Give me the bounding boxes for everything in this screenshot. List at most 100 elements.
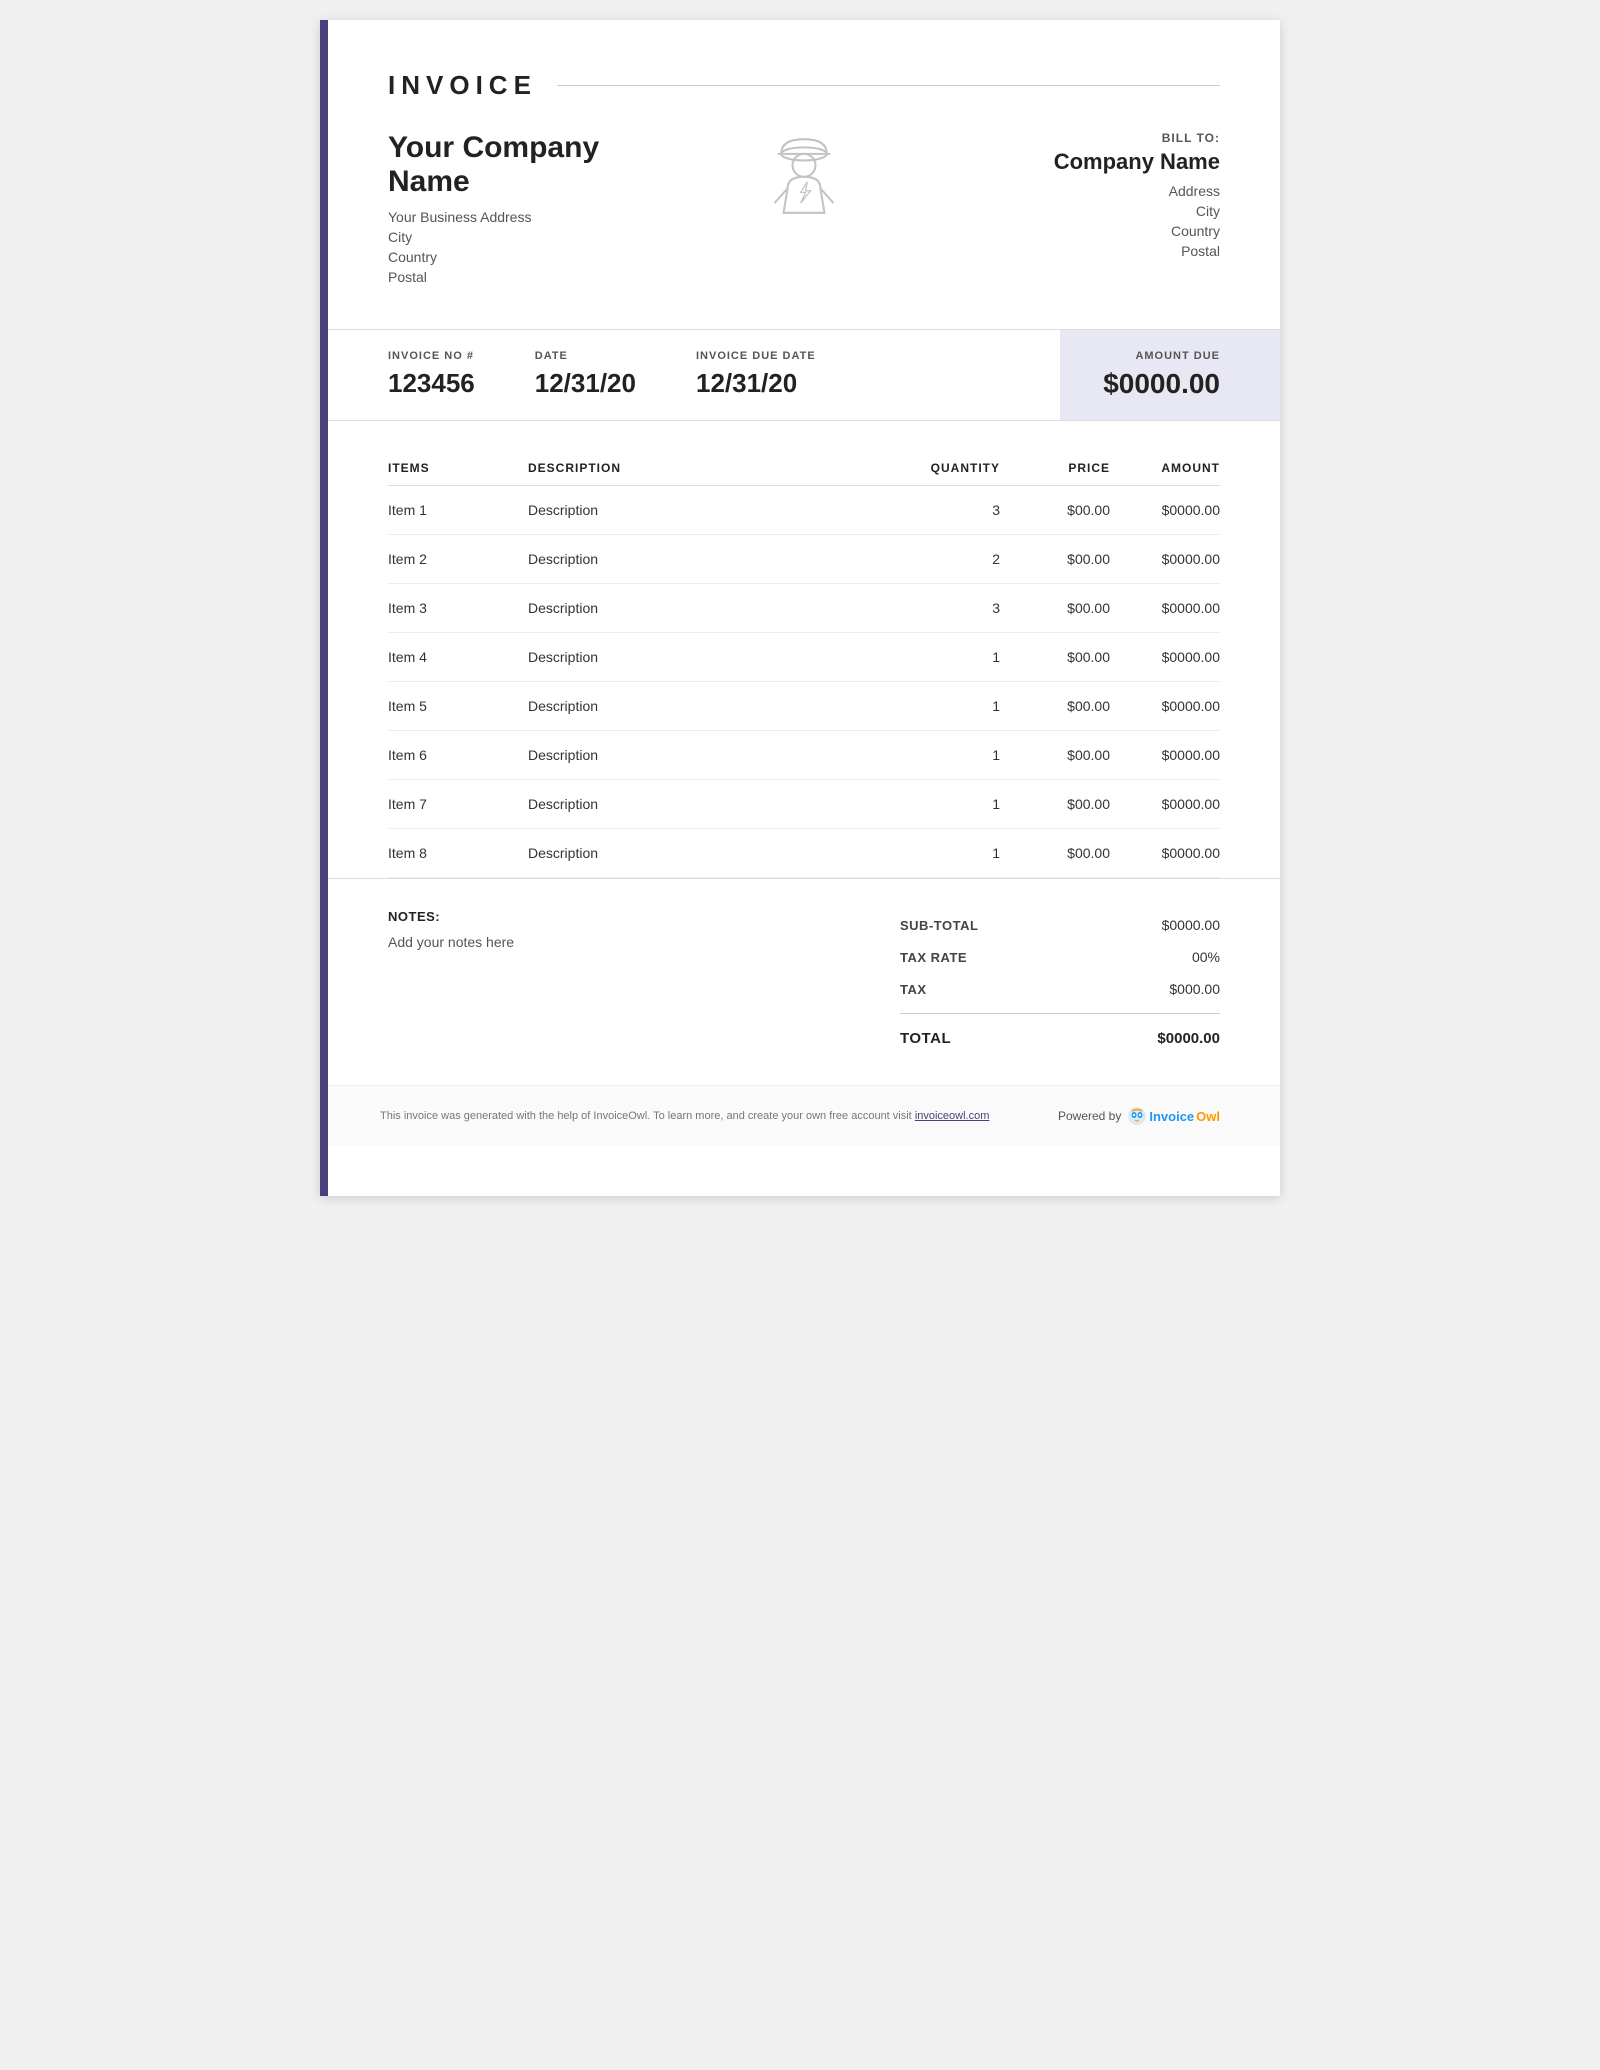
meta-main: INVOICE NO # 123456 DATE 12/31/20 INVOIC… — [320, 330, 1060, 420]
item-desc-7: Description — [528, 829, 900, 878]
date-label: DATE — [535, 350, 636, 362]
tax-rate-row: TAX RATE 00% — [900, 941, 1220, 973]
company-name: Your Company Name — [388, 131, 665, 199]
item-qty-7: 1 — [900, 829, 1000, 878]
subtotal-value: $0000.00 — [1162, 917, 1220, 933]
total-row: TOTAL $0000.00 — [900, 1022, 1220, 1055]
invoiceowl-logo: InvoiceOwl — [1127, 1106, 1220, 1126]
bill-postal: Postal — [943, 243, 1220, 259]
amount-due-value: $0000.00 — [1103, 368, 1220, 400]
notes-section: NOTES: Add your notes here — [388, 909, 900, 950]
item-desc-1: Description — [528, 535, 900, 584]
item-qty-4: 1 — [900, 682, 1000, 731]
col-header-items: ITEMS — [388, 451, 528, 486]
footer-link[interactable]: invoiceowl.com — [915, 1110, 990, 1122]
company-section: Your Company Name Your Business Address … — [388, 131, 1220, 289]
page-footer: This invoice was generated with the help… — [320, 1085, 1280, 1146]
col-header-price: PRICE — [1000, 451, 1110, 486]
items-table: ITEMS DESCRIPTION QUANTITY PRICE AMOUNT … — [388, 451, 1220, 878]
item-price-3: $00.00 — [1000, 633, 1110, 682]
invoice-page: INVOICE Your Company Name Your Business … — [320, 20, 1280, 1196]
brand-orange: Owl — [1196, 1109, 1220, 1124]
meta-amount-due: AMOUNT DUE $0000.00 — [1060, 330, 1280, 420]
due-date-label: INVOICE DUE DATE — [696, 350, 816, 362]
company-country: Country — [388, 249, 665, 265]
subtotal-row: SUB-TOTAL $0000.00 — [900, 909, 1220, 941]
footer-text: This invoice was generated with the help… — [380, 1110, 989, 1122]
total-divider — [900, 1013, 1220, 1014]
item-desc-5: Description — [528, 731, 900, 780]
item-desc-3: Description — [528, 633, 900, 682]
item-name-3: Item 4 — [388, 633, 528, 682]
table-row: Item 8 Description 1 $00.00 $0000.00 — [388, 829, 1220, 878]
item-name-7: Item 8 — [388, 829, 528, 878]
table-row: Item 2 Description 2 $00.00 $0000.00 — [388, 535, 1220, 584]
table-header: ITEMS DESCRIPTION QUANTITY PRICE AMOUNT — [388, 451, 1220, 486]
company-address: Your Business Address — [388, 209, 665, 225]
powered-label: Powered by — [1058, 1109, 1121, 1123]
company-logo-area — [665, 131, 942, 221]
bill-city: City — [943, 203, 1220, 219]
invoice-no-value: 123456 — [388, 368, 475, 399]
item-qty-5: 1 — [900, 731, 1000, 780]
item-price-0: $00.00 — [1000, 486, 1110, 535]
tax-value: $000.00 — [1169, 981, 1220, 997]
item-amount-4: $0000.00 — [1110, 682, 1220, 731]
col-header-amount: AMOUNT — [1110, 451, 1220, 486]
company-info: Your Company Name Your Business Address … — [388, 131, 665, 289]
due-date-value: 12/31/20 — [696, 368, 816, 399]
table-row: Item 1 Description 3 $00.00 $0000.00 — [388, 486, 1220, 535]
tax-label: TAX — [900, 982, 927, 997]
item-price-1: $00.00 — [1000, 535, 1110, 584]
item-qty-6: 1 — [900, 780, 1000, 829]
meta-due-date: INVOICE DUE DATE 12/31/20 — [696, 350, 816, 400]
date-value: 12/31/20 — [535, 368, 636, 399]
item-name-4: Item 5 — [388, 682, 528, 731]
worker-icon — [759, 131, 849, 221]
item-desc-4: Description — [528, 682, 900, 731]
col-header-quantity: QUANTITY — [900, 451, 1000, 486]
table-row: Item 3 Description 3 $00.00 $0000.00 — [388, 584, 1220, 633]
totals-section: SUB-TOTAL $0000.00 TAX RATE 00% TAX $000… — [900, 909, 1220, 1055]
table-row: Item 5 Description 1 $00.00 $0000.00 — [388, 682, 1220, 731]
item-price-6: $00.00 — [1000, 780, 1110, 829]
item-amount-6: $0000.00 — [1110, 780, 1220, 829]
owl-brand-icon — [1127, 1106, 1147, 1126]
item-amount-7: $0000.00 — [1110, 829, 1220, 878]
item-name-5: Item 6 — [388, 731, 528, 780]
bill-to-label: BILL TO: — [943, 131, 1220, 145]
invoice-meta-bar: INVOICE NO # 123456 DATE 12/31/20 INVOIC… — [320, 329, 1280, 421]
item-amount-2: $0000.00 — [1110, 584, 1220, 633]
invoice-title: INVOICE — [388, 70, 537, 101]
tax-rate-value: 00% — [1192, 949, 1220, 965]
meta-date: DATE 12/31/20 — [535, 350, 636, 400]
bill-country: Country — [943, 223, 1220, 239]
item-amount-0: $0000.00 — [1110, 486, 1220, 535]
item-qty-3: 1 — [900, 633, 1000, 682]
item-amount-5: $0000.00 — [1110, 731, 1220, 780]
footer-text-content: This invoice was generated with the help… — [380, 1110, 912, 1122]
table-body: Item 1 Description 3 $00.00 $0000.00 Ite… — [388, 486, 1220, 878]
notes-label: NOTES: — [388, 909, 900, 924]
bill-to-section: BILL TO: Company Name Address City Count… — [943, 131, 1220, 263]
table-row: Item 4 Description 1 $00.00 $0000.00 — [388, 633, 1220, 682]
invoice-title-row: INVOICE — [388, 70, 1220, 101]
total-value: $0000.00 — [1157, 1030, 1220, 1047]
brand-blue: Invoice — [1149, 1109, 1194, 1124]
tax-rate-label: TAX RATE — [900, 950, 967, 965]
footer-section: NOTES: Add your notes here SUB-TOTAL $00… — [320, 878, 1280, 1085]
bill-company-name: Company Name — [943, 149, 1220, 175]
item-name-6: Item 7 — [388, 780, 528, 829]
item-desc-2: Description — [528, 584, 900, 633]
table-row: Item 6 Description 1 $00.00 $0000.00 — [388, 731, 1220, 780]
notes-text: Add your notes here — [388, 934, 900, 950]
title-divider — [557, 85, 1220, 86]
item-desc-0: Description — [528, 486, 900, 535]
invoice-no-label: INVOICE NO # — [388, 350, 475, 362]
bill-address: Address — [943, 183, 1220, 199]
subtotal-label: SUB-TOTAL — [900, 918, 978, 933]
total-label: TOTAL — [900, 1030, 951, 1047]
item-qty-2: 3 — [900, 584, 1000, 633]
item-name-1: Item 2 — [388, 535, 528, 584]
item-amount-3: $0000.00 — [1110, 633, 1220, 682]
